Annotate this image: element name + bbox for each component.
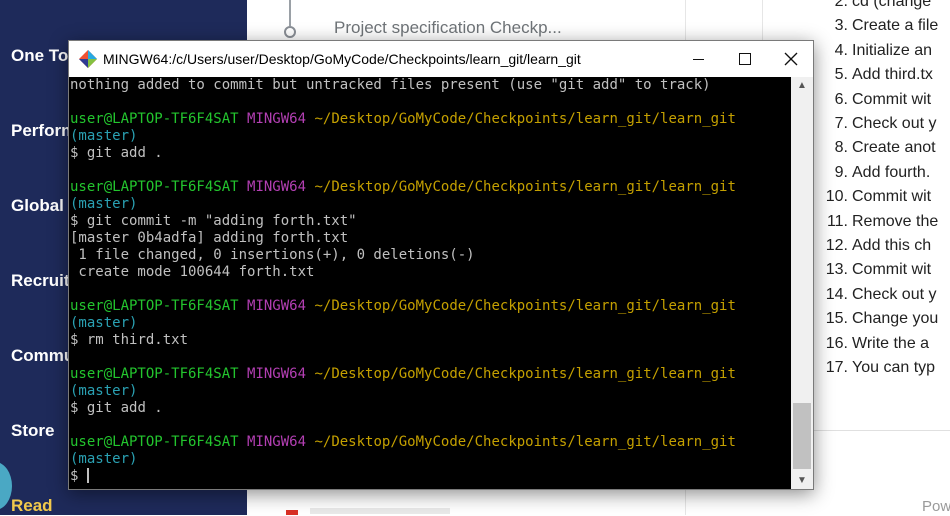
command-text: git add .	[78, 145, 163, 161]
maximize-icon	[739, 53, 751, 65]
command-line: $ git commit -m "adding forth.txt"	[69, 213, 791, 230]
title-bar[interactable]: MINGW64:/c/Users/user/Desktop/GoMyCode/C…	[69, 41, 813, 77]
sidebar-item-perform[interactable]: Perform	[11, 121, 76, 141]
terminal-line: 1 file changed, 0 insertions(+), 0 delet…	[70, 247, 475, 263]
timeline-item-project-spec[interactable]: Project specification Checkp...	[334, 18, 562, 38]
prompt-branch: (master)	[70, 315, 138, 331]
scrollbar[interactable]: ▲ ▼	[791, 77, 813, 489]
terminal-line: nothing added to commit but untracked fi…	[70, 77, 711, 93]
sidebar-item-one-to[interactable]: One To	[11, 46, 68, 66]
prompt-env: MINGW64	[247, 298, 307, 314]
divider	[810, 430, 950, 431]
scrollbar-thumb[interactable]	[793, 403, 811, 469]
prompt-branch: (master)	[70, 451, 138, 467]
text-cursor	[86, 468, 89, 483]
command-line: $ rm third.txt	[69, 332, 791, 349]
command-text: rm third.txt	[78, 332, 189, 348]
close-icon	[784, 52, 798, 66]
prompt-line: user@LAPTOP-TF6F4SAT MINGW64 ~/Desktop/G…	[69, 434, 791, 451]
command-line: $ git add .	[69, 400, 791, 417]
red-logo-icon	[286, 510, 298, 515]
scroll-down-icon[interactable]: ▼	[791, 472, 813, 489]
timeline-dot-icon	[284, 26, 296, 38]
close-button[interactable]	[768, 41, 814, 77]
sidebar-item-read[interactable]: Read	[11, 496, 53, 516]
prompt-line: user@LAPTOP-TF6F4SAT MINGW64 ~/Desktop/G…	[69, 298, 791, 315]
command-text	[78, 468, 86, 484]
prompt-user: user@LAPTOP-TF6F4SAT	[70, 179, 239, 195]
maximize-button[interactable]	[722, 41, 768, 77]
prompt-path: ~/Desktop/GoMyCode/Checkpoints/learn_git…	[314, 366, 736, 382]
prompt-env: MINGW64	[247, 111, 307, 127]
prompt-path: ~/Desktop/GoMyCode/Checkpoints/learn_git…	[314, 434, 736, 450]
prompt-user: user@LAPTOP-TF6F4SAT	[70, 434, 239, 450]
terminal-line: [master 0b4adfa] adding forth.txt	[70, 230, 349, 246]
input-line[interactable]: $	[69, 468, 791, 485]
scroll-up-icon[interactable]: ▲	[791, 77, 813, 94]
window-title: MINGW64:/c/Users/user/Desktop/GoMyCode/C…	[103, 51, 581, 67]
prompt-branch: (master)	[70, 383, 138, 399]
prompt-path: ~/Desktop/GoMyCode/Checkpoints/learn_git…	[314, 298, 736, 314]
faint-text-block	[310, 508, 450, 514]
prompt-branch: (master)	[70, 196, 138, 212]
sidebar-item-commu[interactable]: Commu	[11, 346, 74, 366]
powered-by-text: Pow	[922, 498, 950, 515]
command-line: $ git add .	[69, 145, 791, 162]
prompt-line: user@LAPTOP-TF6F4SAT MINGW64 ~/Desktop/G…	[69, 366, 791, 383]
minimize-icon	[693, 59, 704, 60]
terminal-line: create mode 100644 forth.txt	[70, 264, 315, 280]
command-text: git add .	[78, 400, 163, 416]
terminal-window[interactable]: MINGW64:/c/Users/user/Desktop/GoMyCode/C…	[68, 40, 814, 490]
prompt-env: MINGW64	[247, 366, 307, 382]
prompt-env: MINGW64	[247, 434, 307, 450]
timeline-line	[289, 0, 291, 26]
sidebar-item-store[interactable]: Store	[11, 421, 54, 441]
terminal-output[interactable]: nothing added to commit but untracked fi…	[69, 77, 791, 489]
prompt-branch: (master)	[70, 128, 138, 144]
minimize-button[interactable]	[676, 41, 722, 77]
git-bash-icon	[79, 50, 97, 68]
prompt-path: ~/Desktop/GoMyCode/Checkpoints/learn_git…	[314, 179, 736, 195]
prompt-path: ~/Desktop/GoMyCode/Checkpoints/learn_git…	[314, 111, 736, 127]
command-text: git commit -m "adding forth.txt"	[78, 213, 357, 229]
sidebar-item-global[interactable]: Global I	[11, 196, 73, 216]
prompt-env: MINGW64	[247, 179, 307, 195]
prompt-line: user@LAPTOP-TF6F4SAT MINGW64 ~/Desktop/G…	[69, 179, 791, 196]
prompt-user: user@LAPTOP-TF6F4SAT	[70, 111, 239, 127]
prompt-line: user@LAPTOP-TF6F4SAT MINGW64 ~/Desktop/G…	[69, 111, 791, 128]
prompt-user: user@LAPTOP-TF6F4SAT	[70, 366, 239, 382]
prompt-user: user@LAPTOP-TF6F4SAT	[70, 298, 239, 314]
